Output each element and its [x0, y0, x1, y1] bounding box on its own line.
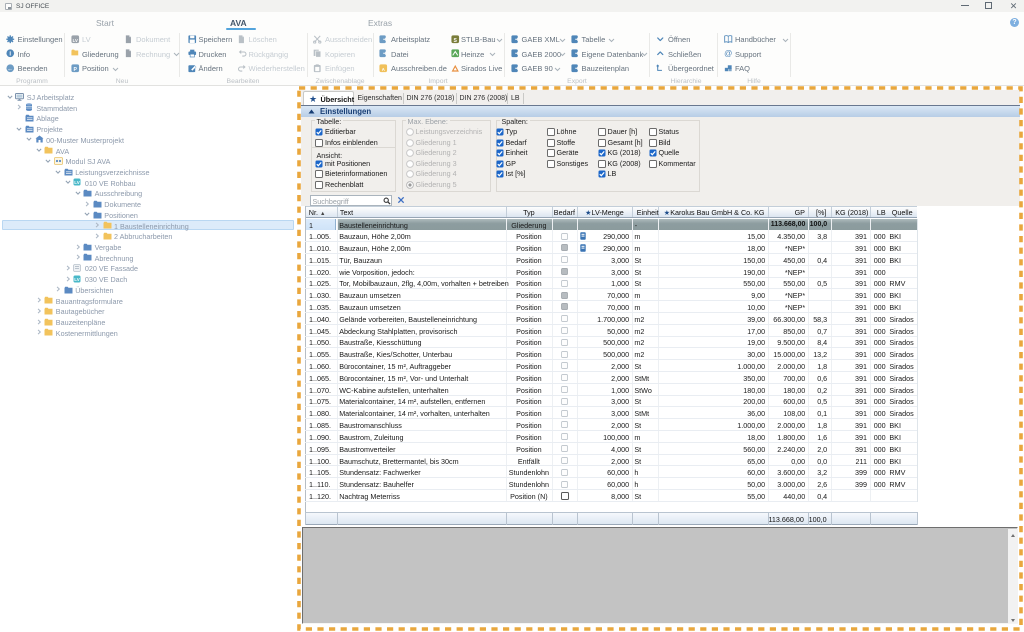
svg-text:A: A: [382, 66, 385, 71]
svg-text:←: ←: [7, 66, 13, 72]
svg-text:LV: LV: [73, 38, 78, 43]
svg-text:LV: LV: [75, 277, 80, 282]
svg-text:i: i: [9, 52, 11, 58]
svg-text:S: S: [453, 38, 457, 43]
svg-text:LV: LV: [75, 180, 80, 185]
svg-text:@: @: [724, 49, 732, 58]
svg-text:P: P: [74, 67, 78, 72]
